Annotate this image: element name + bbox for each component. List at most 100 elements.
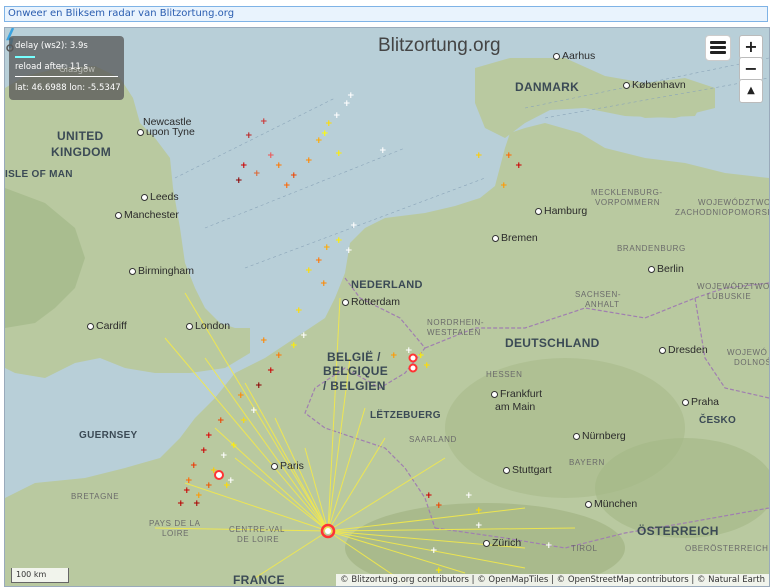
- country-label: BELGIQUE: [323, 364, 389, 378]
- svg-text:+: +: [320, 279, 328, 289]
- country-label: ČESKO: [699, 415, 737, 426]
- svg-text:+: +: [475, 151, 483, 161]
- region-label: VORPOMMERN: [595, 198, 661, 207]
- city-label: Berlin: [648, 263, 684, 275]
- svg-text:+: +: [325, 119, 333, 129]
- svg-text:+: +: [237, 391, 245, 401]
- svg-text:+: +: [423, 361, 431, 371]
- svg-text:+: +: [315, 256, 323, 266]
- svg-text:+: +: [300, 331, 308, 341]
- country-label: FRANCE: [233, 573, 285, 587]
- svg-text:+: +: [250, 406, 258, 416]
- country-label: ÖSTERREICH: [637, 524, 719, 538]
- info-panel: delay (ws2): 3.9s Glasgow reload after: …: [9, 36, 124, 100]
- svg-text:+: +: [305, 266, 313, 276]
- svg-text:+: +: [220, 451, 228, 461]
- lightning-map[interactable]: + + + + + + + + + + + + + + + + + + + + + + + + + + +…: [4, 27, 770, 587]
- city-label: upon Tyne: [137, 126, 195, 138]
- country-label: DANMARK: [515, 80, 580, 94]
- region-label: WOJEWÓDZTWO: [698, 198, 770, 207]
- city-label: Zürich: [483, 537, 521, 549]
- station-marker: [408, 363, 418, 373]
- svg-text:+: +: [305, 156, 313, 166]
- region-label: CENTRE-VAL: [229, 525, 286, 534]
- region-label: LOIRE: [162, 529, 190, 538]
- brand-name: Blitzortung.org: [378, 35, 501, 56]
- station-marker: [408, 353, 418, 363]
- region-label: MECKLENBURG-: [591, 188, 663, 197]
- compass-button[interactable]: ▲: [739, 79, 763, 103]
- svg-text:+: +: [505, 151, 513, 161]
- hamburger-icon: [710, 41, 726, 44]
- city-label: Praha: [682, 396, 719, 408]
- svg-text:+: +: [435, 501, 443, 511]
- svg-text:+: +: [545, 541, 553, 551]
- station-marker: [214, 470, 224, 480]
- svg-text:+: +: [290, 341, 298, 351]
- svg-text:+: +: [500, 181, 508, 191]
- region-label: BRETAGNE: [71, 492, 120, 501]
- country-label: NEDERLAND: [351, 279, 423, 291]
- svg-text:+: +: [235, 176, 243, 186]
- svg-text:+: +: [245, 131, 253, 141]
- country-label: ISLE OF MAN: [5, 169, 73, 180]
- svg-text:+: +: [217, 416, 225, 426]
- city-label: Aarhus: [553, 50, 595, 62]
- zoom-out-button[interactable]: −: [739, 57, 763, 81]
- map-attribution[interactable]: © Blitzortung.org contributors | © OpenM…: [336, 574, 769, 586]
- country-label: BELGIË /: [327, 350, 381, 364]
- city-label: Stuttgart: [503, 464, 552, 476]
- svg-text:+: +: [255, 381, 263, 391]
- svg-text:+: +: [379, 146, 387, 156]
- svg-text:+: +: [515, 161, 523, 171]
- svg-text:+: +: [321, 129, 329, 139]
- svg-text:+: +: [323, 243, 331, 253]
- city-label: München: [585, 498, 637, 510]
- city-label: Rotterdam: [342, 296, 400, 308]
- station-marker-center: [325, 528, 331, 534]
- svg-text:+: +: [200, 446, 208, 456]
- region-label: DOLNOŚ: [734, 358, 770, 367]
- region-label: WESTFALEN: [427, 328, 481, 337]
- coords-text: lat: 46.6988 lon: -5.5347: [15, 83, 121, 93]
- city-label: Frankfurt: [491, 388, 542, 400]
- city-label: København: [623, 79, 686, 91]
- region-label: DE LOIRE: [237, 535, 280, 544]
- svg-text:+: +: [465, 491, 473, 501]
- svg-text:+: +: [345, 246, 353, 256]
- svg-text:+: +: [240, 416, 248, 426]
- scale-bar: 100 km: [11, 568, 69, 583]
- country-label: KINGDOM: [51, 145, 112, 159]
- region-label: HESSEN: [486, 370, 523, 379]
- svg-text:+: +: [260, 117, 268, 127]
- page-header: Onweer en Bliksem radar van Blitzortung.…: [4, 6, 768, 22]
- region-label: NORDRHEIN-: [427, 318, 485, 327]
- svg-text:+: +: [205, 481, 213, 491]
- region-label: WOJEWÓDZTWO: [697, 282, 770, 291]
- svg-text:+: +: [425, 491, 433, 501]
- region-label: WOJEWÓ: [727, 348, 768, 357]
- region-label: ZACHODNIOPOMORSKIE: [675, 208, 769, 217]
- city-label: Dresden: [659, 344, 708, 356]
- country-label: / BELGIEN: [323, 379, 386, 393]
- delay-bar: [15, 56, 35, 58]
- menu-button[interactable]: [705, 35, 731, 61]
- svg-text:+: +: [185, 476, 193, 486]
- zoom-in-button[interactable]: +: [739, 35, 763, 59]
- svg-text:+: +: [177, 499, 185, 509]
- region-label: OBERÖSTERREICH: [685, 544, 769, 553]
- svg-text:+: +: [290, 171, 298, 181]
- svg-text:+: +: [335, 149, 343, 159]
- svg-text:+: +: [190, 461, 198, 471]
- page-title: Onweer en Bliksem radar van Blitzortung.…: [8, 8, 235, 19]
- svg-text:+: +: [475, 506, 483, 516]
- city-label: Paris: [271, 460, 304, 472]
- svg-text:+: +: [430, 546, 438, 556]
- country-label: UNITED: [57, 129, 104, 143]
- svg-text:+: +: [335, 236, 343, 246]
- region-label: SACHSEN-: [575, 290, 622, 299]
- reload-bar: [15, 76, 118, 77]
- svg-text:+: +: [390, 351, 398, 361]
- svg-text:+: +: [193, 499, 201, 509]
- svg-text:+: +: [267, 151, 275, 161]
